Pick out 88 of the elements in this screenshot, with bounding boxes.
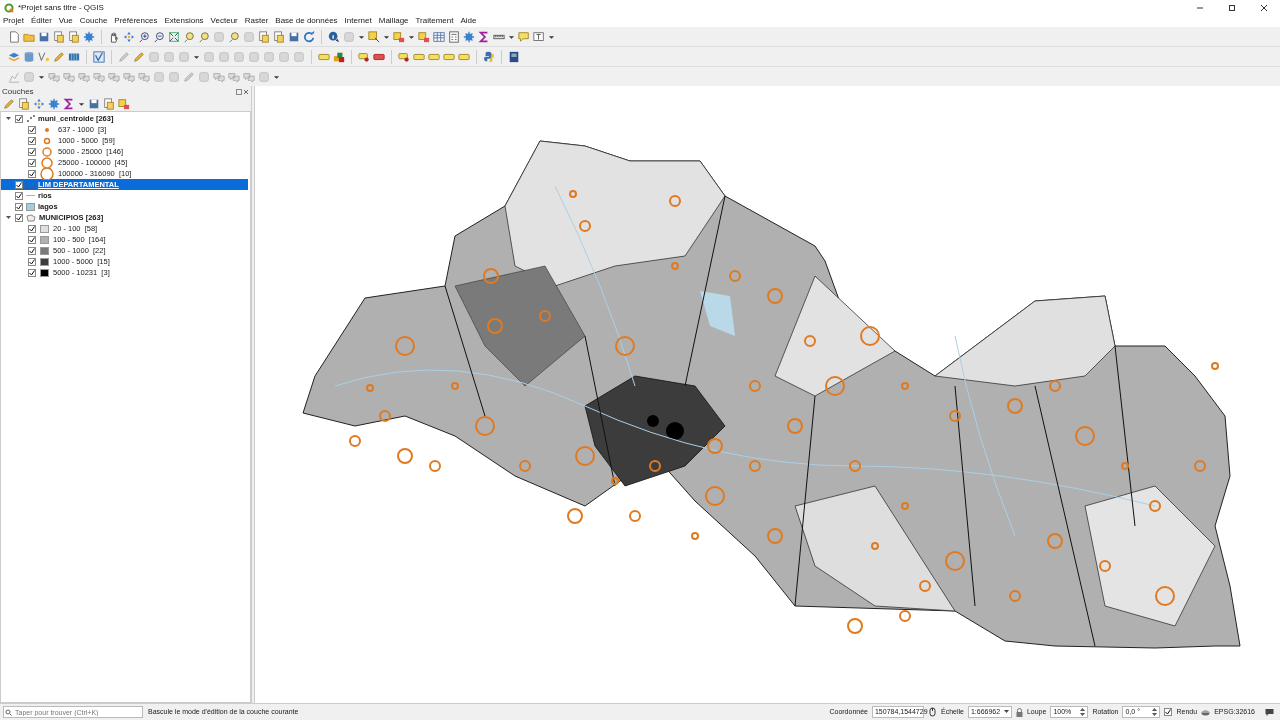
lock-icon[interactable]	[1015, 707, 1023, 717]
pencil-icon[interactable]	[133, 50, 145, 63]
documents-icon[interactable]	[53, 30, 65, 43]
text-frame-icon[interactable]	[533, 30, 545, 43]
checkbox[interactable]	[28, 246, 36, 255]
menu-item[interactable]: Vecteur	[210, 15, 238, 27]
circle-symbol-icon	[40, 156, 54, 169]
zoom-out-icon[interactable]	[153, 30, 165, 43]
checkbox[interactable]	[28, 136, 36, 145]
menu-item[interactable]: Projet	[3, 15, 24, 27]
select-rectangle-icon[interactable]	[368, 30, 380, 43]
menu-item[interactable]: Couche	[79, 15, 108, 27]
circle-symbol-icon	[40, 145, 54, 158]
check-frame-icon[interactable]	[93, 50, 105, 63]
checkbox[interactable]	[15, 114, 23, 123]
close-icon[interactable]	[1260, 3, 1268, 12]
search-icon	[5, 708, 12, 716]
hand-icon[interactable]	[108, 30, 120, 43]
documents-icon[interactable]	[68, 30, 80, 43]
database-icon[interactable]	[23, 50, 35, 63]
checkbox[interactable]	[28, 169, 36, 178]
expand-arrow-icon[interactable]	[6, 215, 11, 220]
spinner-arrows-icon[interactable]	[1080, 708, 1086, 716]
checkbox[interactable]	[1164, 708, 1173, 716]
sigma-icon[interactable]	[63, 98, 75, 110]
float-panel-icon[interactable]	[236, 88, 242, 95]
speech-bubble-icon[interactable]	[1265, 707, 1274, 717]
menu-item[interactable]: Vue	[58, 15, 73, 27]
cubes-icon[interactable]	[333, 50, 345, 63]
menu-item[interactable]: Internet	[344, 15, 372, 27]
calculator-icon[interactable]	[448, 30, 460, 43]
gear-icon[interactable]	[463, 30, 475, 43]
gear-icon[interactable]	[48, 98, 60, 110]
layers-icon[interactable]	[8, 50, 20, 63]
expand-arrows-icon[interactable]	[168, 30, 180, 43]
dropdown-arrow-icon	[1003, 710, 1009, 714]
checkbox[interactable]	[15, 180, 23, 189]
refresh-icon[interactable]	[303, 30, 315, 43]
checkbox[interactable]	[28, 257, 36, 266]
menu-item[interactable]: Base de données	[275, 15, 338, 27]
info-icon[interactable]	[328, 30, 340, 43]
documents-icon[interactable]	[273, 30, 285, 43]
gear-icon[interactable]	[83, 30, 95, 43]
checkbox[interactable]	[28, 224, 36, 233]
arrows-icon[interactable]	[123, 30, 135, 43]
checkbox[interactable]	[15, 202, 23, 211]
checkbox[interactable]	[15, 191, 23, 200]
menu-item[interactable]: Traitement	[415, 15, 454, 27]
label-tag-icon[interactable]	[358, 50, 370, 63]
selection-square-icon[interactable]	[393, 30, 405, 43]
documents-icon[interactable]	[258, 30, 270, 43]
documents-icon[interactable]	[18, 98, 30, 110]
checkbox[interactable]	[28, 235, 36, 244]
selection-square-icon[interactable]	[418, 30, 430, 43]
outline-symbol-icon	[26, 180, 35, 189]
circle-symbol-icon	[40, 167, 54, 180]
checkbox[interactable]	[15, 213, 23, 222]
checkbox[interactable]	[28, 147, 36, 156]
menu-item[interactable]: Aide	[460, 15, 477, 27]
page-icon[interactable]	[8, 30, 20, 43]
arrows-icon[interactable]	[33, 98, 45, 110]
maximize-icon[interactable]	[1228, 3, 1236, 12]
documents-icon[interactable]	[103, 98, 115, 110]
checkbox[interactable]	[28, 158, 36, 167]
app-logo-icon	[4, 2, 14, 13]
table-icon[interactable]	[433, 30, 445, 43]
mouse-icon[interactable]	[927, 707, 937, 717]
menu-item[interactable]: Éditer	[30, 15, 52, 27]
menu-item[interactable]: Extensions	[164, 15, 204, 27]
python-icon[interactable]	[483, 50, 495, 63]
window-title: *Projet sans titre - QGIS	[18, 1, 104, 14]
menu-item[interactable]: Préférences	[114, 15, 158, 27]
panel-title: Couches	[2, 85, 34, 98]
sigma-icon[interactable]	[478, 30, 490, 43]
checkbox[interactable]	[28, 125, 36, 134]
menu-item[interactable]: Raster	[244, 15, 269, 27]
menu-item[interactable]: Maillage	[378, 15, 409, 27]
line-symbol-icon	[26, 195, 35, 196]
help-book-icon[interactable]	[508, 50, 520, 63]
checkbox[interactable]	[28, 268, 36, 277]
selection-square-icon[interactable]	[118, 98, 130, 110]
label-tag-icon[interactable]	[398, 50, 410, 63]
spinner-arrows-icon[interactable]	[1152, 708, 1158, 716]
points-layer-icon	[26, 114, 35, 123]
polygon-layer-icon	[26, 213, 36, 222]
zoom-in-icon[interactable]	[138, 30, 150, 43]
expand-arrow-icon[interactable]	[6, 116, 11, 121]
pencil-icon[interactable]	[53, 50, 65, 63]
